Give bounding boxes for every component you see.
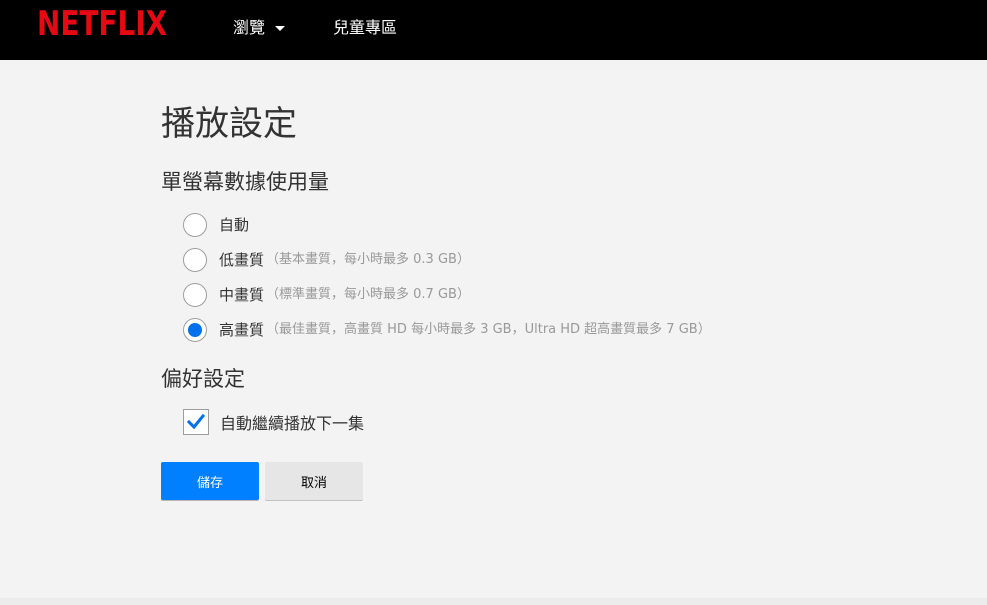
quality-option-auto[interactable]: 自動 [183, 212, 249, 238]
quality-option-low[interactable]: 低畫質 （基本畫質，每小時最多 0.3 GB） [183, 247, 470, 273]
option-label-high: 高畫質 [219, 321, 265, 339]
option-label-auto: 自動 [219, 216, 250, 234]
nav-kids[interactable]: 兒童專區 [333, 18, 397, 38]
autoplay-label: 自動繼續播放下一集 [220, 414, 365, 433]
footer-divider [0, 598, 987, 605]
preferences-title: 偏好設定 [161, 367, 245, 391]
autoplay-checkbox[interactable] [183, 409, 209, 435]
radio-high-selected[interactable] [183, 318, 207, 342]
nav-browse-label: 瀏覽 [233, 18, 266, 37]
radio-low[interactable] [183, 248, 207, 272]
page-title: 播放設定 [161, 104, 297, 144]
data-usage-title: 單螢幕數據使用量 [161, 170, 329, 194]
checkmark-icon [187, 414, 205, 430]
radio-auto[interactable] [183, 213, 207, 237]
autoplay-next-episode-option[interactable]: 自動繼續播放下一集 [183, 409, 364, 435]
option-label-low: 低畫質 [219, 251, 265, 269]
save-button[interactable]: 儲存 [161, 462, 259, 500]
caret-down-icon [275, 25, 286, 31]
option-desc-low: （基本畫質，每小時最多 0.3 GB） [266, 252, 470, 267]
top-navigation-bar: NETFLIX 瀏覽 兒童專區 [0, 0, 987, 60]
netflix-logo[interactable]: NETFLIX [37, 6, 167, 42]
nav-browse[interactable]: 瀏覽 [233, 18, 286, 38]
radio-medium[interactable] [183, 283, 207, 307]
option-label-medium: 中畫質 [219, 286, 265, 304]
nav-kids-label: 兒童專區 [333, 18, 398, 37]
option-desc-high: （最佳畫質，高畫質 HD 每小時最多 3 GB，Ultra HD 超高畫質最多 … [266, 322, 711, 337]
option-desc-medium: （標準畫質，每小時最多 0.7 GB） [266, 287, 470, 302]
cancel-button[interactable]: 取消 [265, 462, 363, 500]
quality-option-medium[interactable]: 中畫質 （標準畫質，每小時最多 0.7 GB） [183, 282, 470, 308]
quality-option-high[interactable]: 高畫質 （最佳畫質，高畫質 HD 每小時最多 3 GB，Ultra HD 超高畫… [183, 317, 711, 343]
